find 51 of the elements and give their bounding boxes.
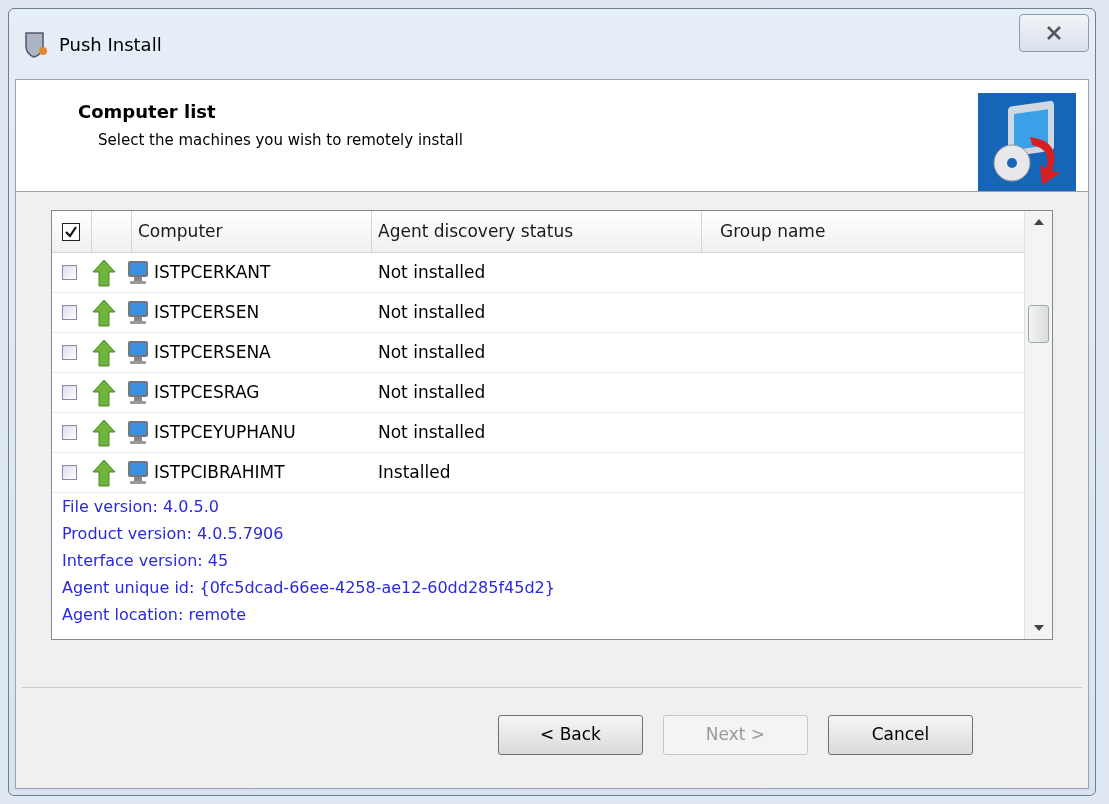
status-cell-text: Not installed [377,260,487,284]
detail-line: Product version: 4.0.5.7906 [62,523,285,545]
up-arrow-icon [92,418,116,447]
status-cell-text: Not installed [377,300,487,324]
computer-name[interactable]: ISTPCERSENA [154,339,271,366]
status-cell-text: Not installed [377,340,487,364]
up-arrow-icon [92,258,116,287]
shield-icon [23,30,49,58]
checkbox[interactable] [62,465,77,480]
scroll-thumb[interactable] [1028,305,1049,343]
detail-line: File version: 4.0.5.0 [62,496,220,518]
computer-icon [126,459,150,486]
status-cell-text: Installed [377,460,452,484]
computer-icon [126,339,150,366]
computer-icon [126,379,150,406]
checkbox[interactable] [62,345,77,360]
computer-icon [126,299,150,326]
checkbox[interactable] [62,222,80,241]
page-title: Computer list [78,100,217,124]
scroll-up-icon[interactable] [1033,219,1044,225]
window-title: Push Install [59,32,162,57]
detail-line: Agent location: remote [62,604,247,626]
up-arrow-icon [92,298,116,327]
status-cell-text: Not installed [377,420,487,444]
wizard-button[interactable]: < Back [498,715,643,755]
detail-line: Agent unique id: {0fc5dcad-66ee-4258-ae12-60dd285f45d2} [62,577,556,599]
column-header[interactable]: Computer [132,211,372,252]
column-header[interactable]: Group name [702,211,1024,252]
page-subtitle: Select the machines you wish to remotely install [97,130,463,151]
column-header[interactable]: Agent discovery status [372,211,702,252]
computer-name[interactable]: ISTPCERSEN [154,299,260,326]
checkbox[interactable] [62,265,77,280]
close-button[interactable] [1019,14,1089,52]
detail-line: Interface version: 45 [62,550,230,572]
checkbox[interactable] [62,305,77,320]
close-icon [1046,26,1062,40]
scroll-down-icon[interactable] [1033,625,1044,631]
wizard-button[interactable]: Cancel [828,715,973,755]
up-arrow-icon [92,378,116,407]
checkbox[interactable] [62,425,77,440]
up-arrow-icon [92,338,116,367]
checkbox[interactable] [62,385,77,400]
status-cell-text: Not installed [377,380,487,404]
computer-name[interactable]: ISTPCERKANT [154,259,271,286]
computer-name[interactable]: ISTPCESRAG [154,379,260,406]
computer-icon [126,419,150,446]
computer-icon [126,259,150,286]
scrollbar[interactable] [1024,211,1052,639]
up-arrow-icon [92,458,116,487]
computer-name[interactable]: ISTPCEYUPHANU [154,419,296,446]
computer-name[interactable]: ISTPCIBRAHIMT [154,459,285,486]
